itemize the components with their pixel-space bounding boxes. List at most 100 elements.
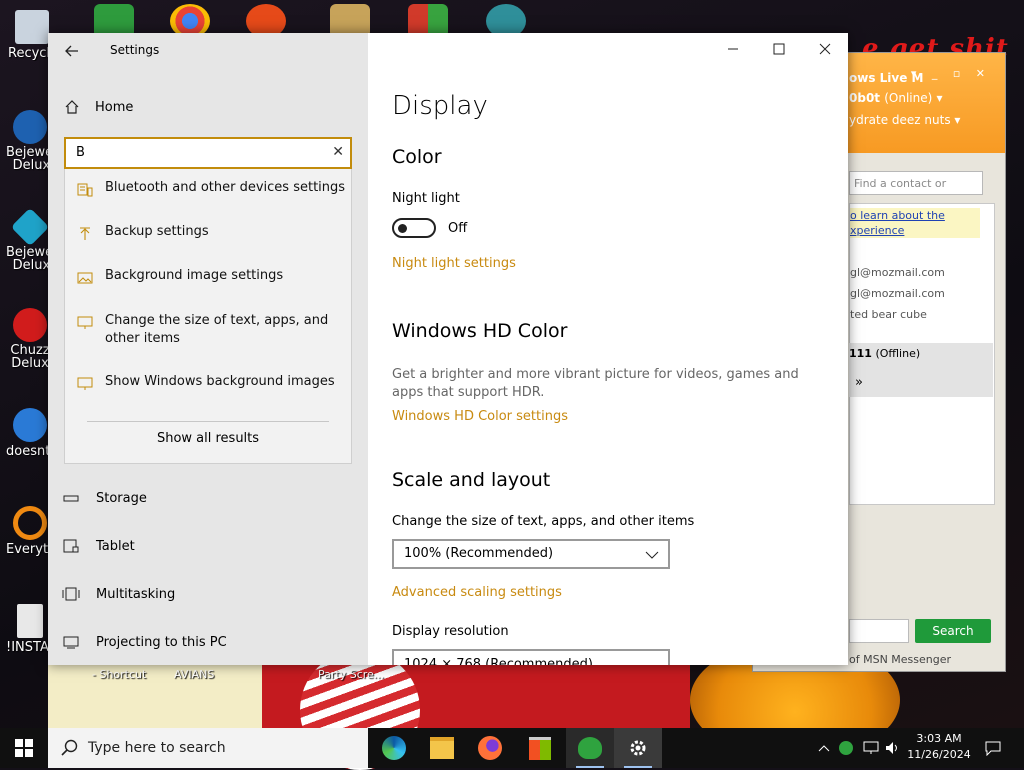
bejeweled-icon xyxy=(13,110,47,144)
close-icon xyxy=(819,43,831,55)
msn-offline-group: 111 (Offline) » xyxy=(849,343,993,397)
page-title: Display xyxy=(392,91,488,121)
desktop-icon-install[interactable]: !INSTAL xyxy=(6,604,56,655)
desktop-icon-bejeweled[interactable]: Bejewel Delux xyxy=(6,110,57,172)
gear-icon xyxy=(630,740,646,756)
desktop-shortcut-label[interactable]: Party Scre... xyxy=(318,668,384,681)
network-icon xyxy=(863,741,879,754)
show-hidden-icons[interactable] xyxy=(814,728,834,768)
suggestion-bluetooth[interactable]: Bluetooth and other devices settings xyxy=(65,179,351,198)
nav-storage[interactable]: Storage xyxy=(62,486,147,510)
msn-window-controls[interactable]: ▾ _ ▫ ✕ xyxy=(911,67,991,80)
app-icon xyxy=(13,408,47,442)
wallpaper-panel xyxy=(48,664,262,728)
msn-contact[interactable]: gl@mozmail.com xyxy=(850,266,945,279)
advanced-scaling-link[interactable]: Advanced scaling settings xyxy=(392,585,562,600)
msn-user[interactable]: 0b0t (Online) ▾ xyxy=(849,91,943,105)
night-light-state: Off xyxy=(448,221,468,236)
more-icon[interactable]: » xyxy=(855,375,863,390)
taskbar-clock[interactable]: 3:03 AM 11/26/2024 xyxy=(904,731,974,763)
image-icon xyxy=(77,272,93,284)
store-icon xyxy=(529,736,551,760)
nav-tablet[interactable]: Tablet xyxy=(62,534,135,558)
desktop-shortcut-label[interactable]: AVIANS xyxy=(174,668,214,681)
msn-search-input[interactable] xyxy=(849,619,909,643)
minimize-icon xyxy=(728,48,738,50)
nav-home-label: Home xyxy=(95,99,134,115)
clock-date: 11/26/2024 xyxy=(907,748,971,761)
msn-contact[interactable]: ted bear cube xyxy=(850,308,927,321)
msn-contact[interactable]: gl@mozmail.com xyxy=(850,287,945,300)
msn-offline-contact[interactable]: 111 (Offline) xyxy=(849,347,920,360)
hd-color-description: Get a brighter and more vibrant picture … xyxy=(392,367,799,400)
resolution-label: Display resolution xyxy=(392,624,509,639)
hd-color-heading: Windows HD Color xyxy=(392,320,568,342)
hd-color-settings-link[interactable]: Windows HD Color settings xyxy=(392,409,568,424)
back-arrow-icon xyxy=(65,45,78,57)
tray-network[interactable] xyxy=(860,728,882,768)
tray-messenger[interactable] xyxy=(836,728,856,768)
settings-search-input[interactable]: B ✕ xyxy=(64,137,352,169)
msn-search-button[interactable]: Search xyxy=(915,619,991,643)
suggestion-text-size[interactable]: Change the size of text, apps, and other… xyxy=(65,312,351,348)
suggestion-background-images[interactable]: Show Windows background images xyxy=(65,373,351,392)
toggle-knob xyxy=(398,224,407,233)
firefox-icon xyxy=(478,736,502,760)
settings-window: Settings Home B ✕ Bluetooth and other de… xyxy=(48,33,848,665)
color-heading: Color xyxy=(392,146,442,168)
back-button[interactable] xyxy=(60,39,84,63)
desktop-icon-chuzzle[interactable]: Chuzz Delux xyxy=(6,308,54,370)
taskbar-settings[interactable] xyxy=(614,728,662,768)
desktop-shortcut-label[interactable]: - Shortcut xyxy=(92,668,146,681)
clear-icon[interactable]: ✕ xyxy=(332,144,344,160)
show-all-results-button[interactable]: Show all results xyxy=(65,431,351,446)
scale-label: Change the size of text, apps, and other… xyxy=(392,514,695,529)
settings-sidebar: Settings Home B ✕ Bluetooth and other de… xyxy=(48,33,368,665)
search-icon xyxy=(61,739,78,756)
msn-footer: of MSN Messenger xyxy=(849,653,952,666)
maximize-button[interactable] xyxy=(756,33,802,65)
home-icon xyxy=(65,100,79,114)
msn-find-contact-input[interactable]: Find a contact or numbe xyxy=(849,171,983,214)
document-icon xyxy=(17,604,43,638)
nav-multitasking[interactable]: Multitasking xyxy=(62,582,175,606)
search-suggestions: Bluetooth and other devices settings Bac… xyxy=(64,169,352,464)
folder-icon xyxy=(430,737,454,759)
desktop-icon-doesnt[interactable]: doesnt xyxy=(6,408,54,459)
taskbar-file-explorer[interactable] xyxy=(418,728,466,768)
maximize-icon xyxy=(773,43,785,55)
desktop-icon-bejeweled-2[interactable]: Bejewel Delux xyxy=(6,207,57,272)
taskbar: Type here to search 3:03 AM 11/26/2024 xyxy=(0,728,1024,768)
taskbar-firefox[interactable] xyxy=(466,728,514,768)
scale-dropdown[interactable]: 100% (Recommended) xyxy=(392,539,670,569)
messenger-tray-icon xyxy=(839,741,853,755)
action-center-button[interactable] xyxy=(978,728,1008,768)
night-light-settings-link[interactable]: Night light settings xyxy=(392,256,516,271)
close-button[interactable] xyxy=(802,33,848,65)
recycle-bin-icon xyxy=(15,10,49,44)
minimize-button[interactable] xyxy=(710,33,756,65)
windows-logo-icon xyxy=(15,739,33,757)
storage-icon xyxy=(63,495,79,502)
taskbar-store[interactable] xyxy=(516,728,564,768)
resolution-dropdown[interactable]: 1024 × 768 (Recommended) xyxy=(392,649,670,665)
taskbar-search-placeholder: Type here to search xyxy=(88,740,226,756)
tray-volume[interactable] xyxy=(882,728,904,768)
window-title: Settings xyxy=(110,43,160,57)
taskbar-msn-messenger[interactable] xyxy=(566,728,614,768)
start-button[interactable] xyxy=(0,728,48,768)
chuzzle-icon xyxy=(13,308,47,342)
suggestion-backup[interactable]: Backup settings xyxy=(65,223,351,242)
msn-personal-message[interactable]: ydrate deez nuts ▾ xyxy=(849,113,960,127)
nav-home[interactable]: Home xyxy=(64,95,133,119)
taskbar-search[interactable]: Type here to search xyxy=(48,728,368,768)
monitor-icon xyxy=(77,316,93,329)
msn-info-link[interactable]: o learn about the xperience xyxy=(850,208,980,238)
taskbar-edge[interactable] xyxy=(370,728,418,768)
scale-layout-heading: Scale and layout xyxy=(392,469,551,491)
desktop-icon-everything[interactable]: Everyth xyxy=(6,506,56,557)
projecting-icon xyxy=(63,636,79,649)
night-light-toggle[interactable] xyxy=(392,218,436,238)
suggestion-background-image[interactable]: Background image settings xyxy=(65,267,351,286)
nav-projecting[interactable]: Projecting to this PC xyxy=(62,630,227,654)
